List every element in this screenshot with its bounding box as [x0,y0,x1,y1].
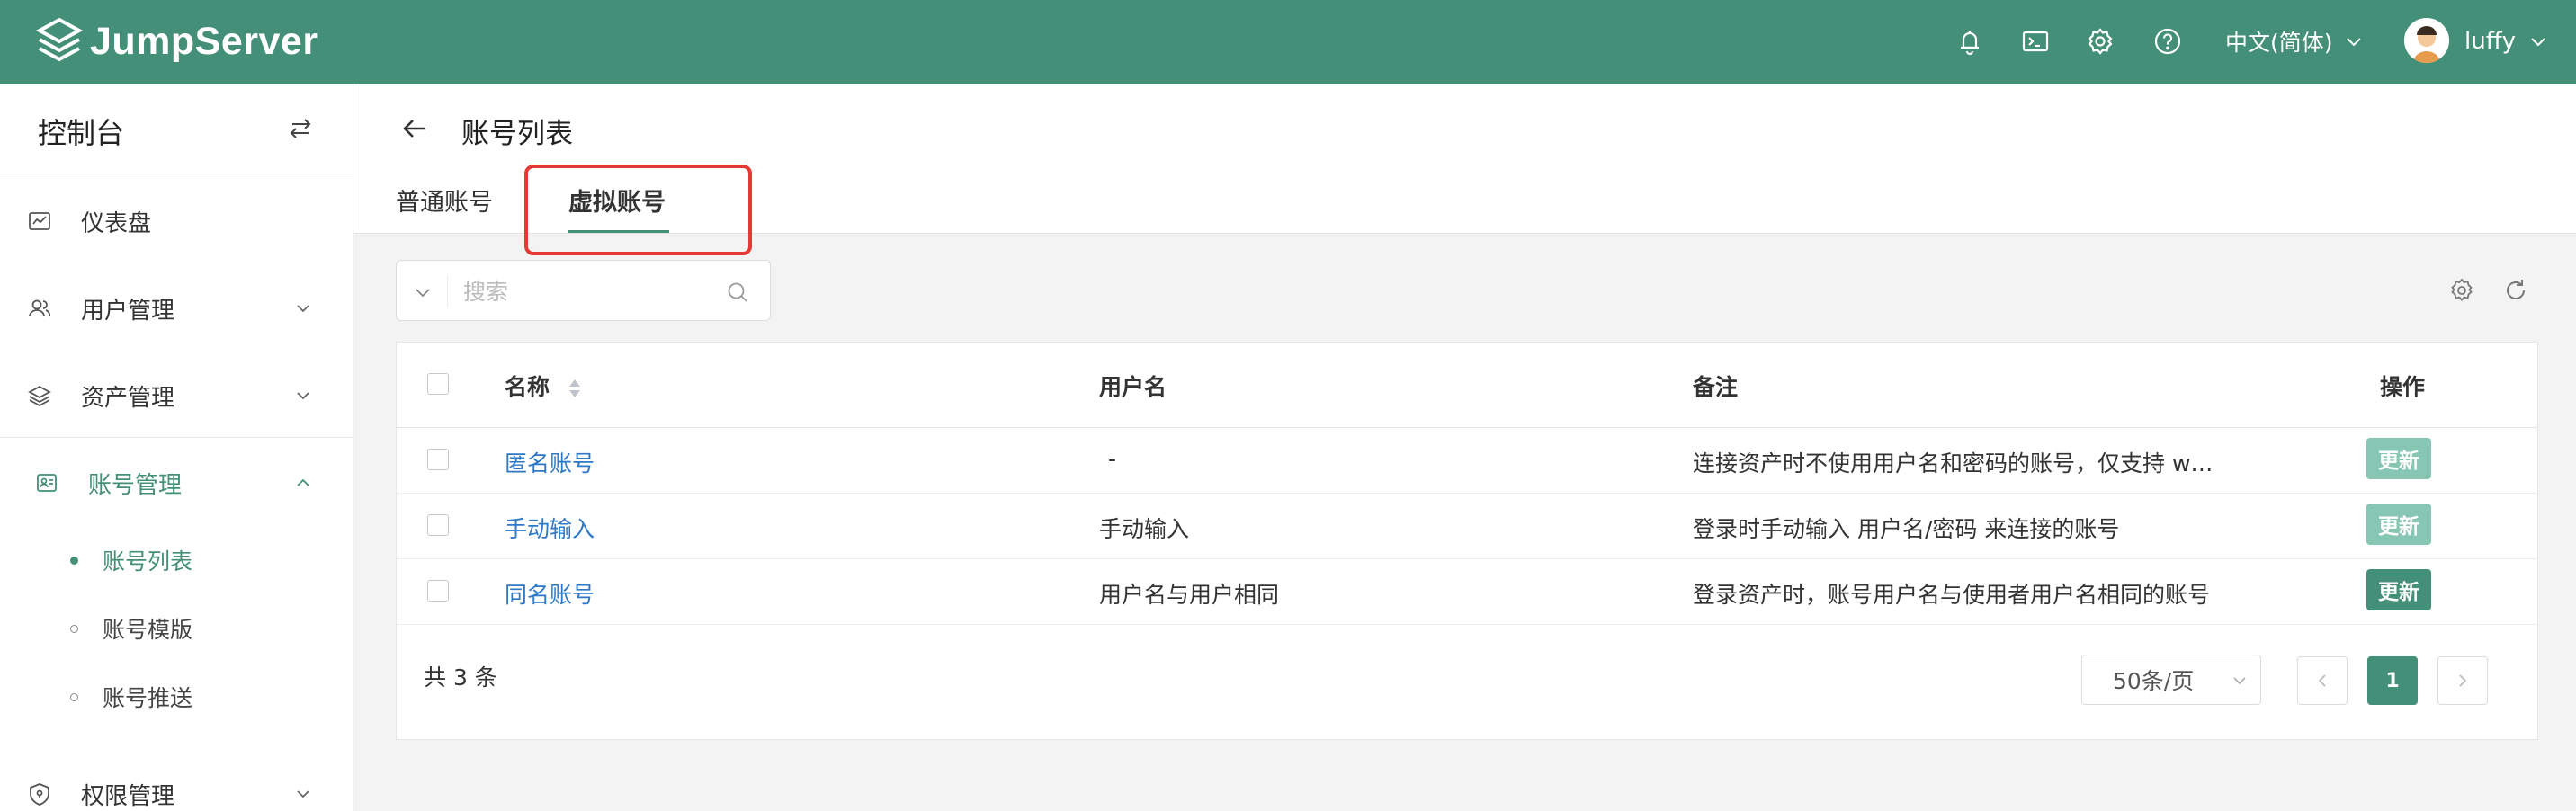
language-selector[interactable]: 中文(简体) [2225,22,2364,60]
shield-icon [30,783,49,806]
sidebar-subitem-label: 账号推送 [103,685,193,711]
column-settings-icon[interactable] [2448,277,2475,304]
chevron-left-icon [2318,674,2326,687]
page-size-select[interactable]: 50条/页 [2081,655,2261,705]
username-label: luffy [2464,28,2517,55]
sidebar-item-users[interactable]: 用户管理 [0,277,353,340]
sidebar-item-label: 仪表盘 [81,209,152,237]
chevron-down-icon [2346,38,2361,47]
page-title: 账号列表 [461,118,573,150]
settings-gear-icon[interactable] [2081,22,2119,60]
column-header-name[interactable]: 名称 [505,370,583,402]
account-name-link[interactable]: 匿名账号 [505,446,595,478]
sidebar-item-label: 用户管理 [81,297,175,325]
total-count: 共 3 条 [424,664,497,691]
tab-normal-accounts[interactable]: 普通账号 [396,183,493,218]
table-row: 同名账号 用户名与用户相同 登录资产时，账号用户名与使用者用户名相同的账号 更新 [397,559,2537,625]
page-number-button[interactable]: 1 [2367,656,2418,705]
accounts-icon [37,474,57,492]
divider [0,437,353,438]
row-checkbox[interactable] [427,514,449,536]
bullet-icon [70,556,78,565]
sidebar-item-label: 权限管理 [81,782,175,810]
refresh-icon[interactable] [2502,277,2529,304]
sidebar-item-permissions[interactable]: 权限管理 [0,762,353,811]
language-label: 中文(简体) [2225,30,2333,56]
users-icon [29,299,51,317]
logo[interactable]: JumpServer [34,13,318,70]
table-row: 匿名账号 - 连接资产时不使用用户名和密码的账号，仅支持 w… 更新 [397,428,2537,494]
sidebar-subitem-account-list[interactable]: 账号列表 [0,533,353,587]
sidebar-subitem-account-template[interactable]: 账号模版 [0,602,353,655]
sidebar-subitem-account-push[interactable]: 账号推送 [0,670,353,724]
account-username: - [1108,446,1117,472]
account-username: 用户名与用户相同 [1099,582,1280,608]
sidebar-item-label: 账号管理 [88,471,183,499]
column-header-username: 用户名 [1099,374,1167,400]
dashboard-icon [29,212,50,230]
column-header-comment: 备注 [1693,374,1739,400]
column-header-label: 名称 [505,374,550,400]
accounts-table: 名称 用户名 备注 操作 匿名账号 - 连接资产时不使用用户名和密码的账号，仅支… [396,342,2538,740]
next-page-button[interactable] [2437,656,2488,705]
chevron-down-icon [2531,38,2545,47]
table-header: 名称 用户名 备注 操作 [397,343,2537,428]
search-input[interactable] [463,273,706,309]
chevron-down-icon [2233,677,2246,685]
chevron-up-icon [297,478,309,486]
bullet-icon [70,624,78,633]
back-arrow-icon[interactable] [397,111,433,147]
sidebar: 控制台 仪表盘 用户管理 资产管理 账号管理 账号列表 账号模版 账号推送 权限… [0,84,353,811]
row-checkbox[interactable] [427,580,449,602]
notification-bell-icon[interactable] [1951,22,1989,60]
search-bar [396,260,771,321]
sort-icon[interactable] [567,377,583,400]
user-menu[interactable]: luffy [2464,22,2548,60]
divider [447,275,448,307]
chevron-right-icon [2459,674,2467,687]
search-icon[interactable] [726,281,749,304]
chevron-down-icon[interactable] [413,282,433,302]
prev-page-button[interactable] [2297,656,2348,705]
account-name-link[interactable]: 同名账号 [505,577,595,610]
help-icon[interactable] [2149,22,2187,60]
layers-icon [28,385,51,407]
jumpserver-logo-icon [35,17,84,62]
row-checkbox[interactable] [427,449,449,470]
chevron-down-icon [297,305,309,313]
page-header: 账号列表 普通账号 虚拟账号 [353,84,2576,255]
terminal-icon[interactable] [2017,22,2054,60]
sidebar-item-accounts[interactable]: 账号管理 [0,451,353,514]
sidebar-subitem-label: 账号列表 [103,548,193,575]
update-button[interactable]: 更新 [2366,438,2431,479]
account-comment: 登录资产时，账号用户名与使用者用户名相同的账号 [1693,582,2211,608]
page-size-label: 50条/页 [2113,668,2195,694]
avatar[interactable] [2404,18,2449,63]
select-all-checkbox[interactable] [427,373,449,395]
switch-view-icon[interactable] [286,114,315,143]
update-button[interactable]: 更新 [2366,504,2431,545]
account-name-link[interactable]: 手动输入 [505,512,595,544]
column-header-actions: 操作 [2380,374,2426,400]
top-navbar: JumpServer 中文(简体) luffy [0,0,2576,84]
bullet-icon [70,692,78,701]
brand-name: JumpServer [90,19,318,63]
sidebar-title: 控制台 [38,116,125,150]
update-button[interactable]: 更新 [2366,569,2431,610]
sidebar-item-label: 资产管理 [81,384,175,412]
highlight-annotation-box [524,165,752,255]
chevron-down-icon [297,392,309,400]
sidebar-item-dashboard[interactable]: 仪表盘 [0,190,353,253]
sidebar-item-assets[interactable]: 资产管理 [0,364,353,427]
account-comment: 登录时手动输入 用户名/密码 来连接的账号 [1693,516,2120,542]
table-row: 手动输入 手动输入 登录时手动输入 用户名/密码 来连接的账号 更新 [397,494,2537,559]
sidebar-subitem-label: 账号模版 [103,617,193,643]
account-username: 手动输入 [1099,516,1190,542]
chevron-down-icon [297,790,309,798]
account-comment: 连接资产时不使用用户名和密码的账号，仅支持 w… [1693,450,2214,477]
